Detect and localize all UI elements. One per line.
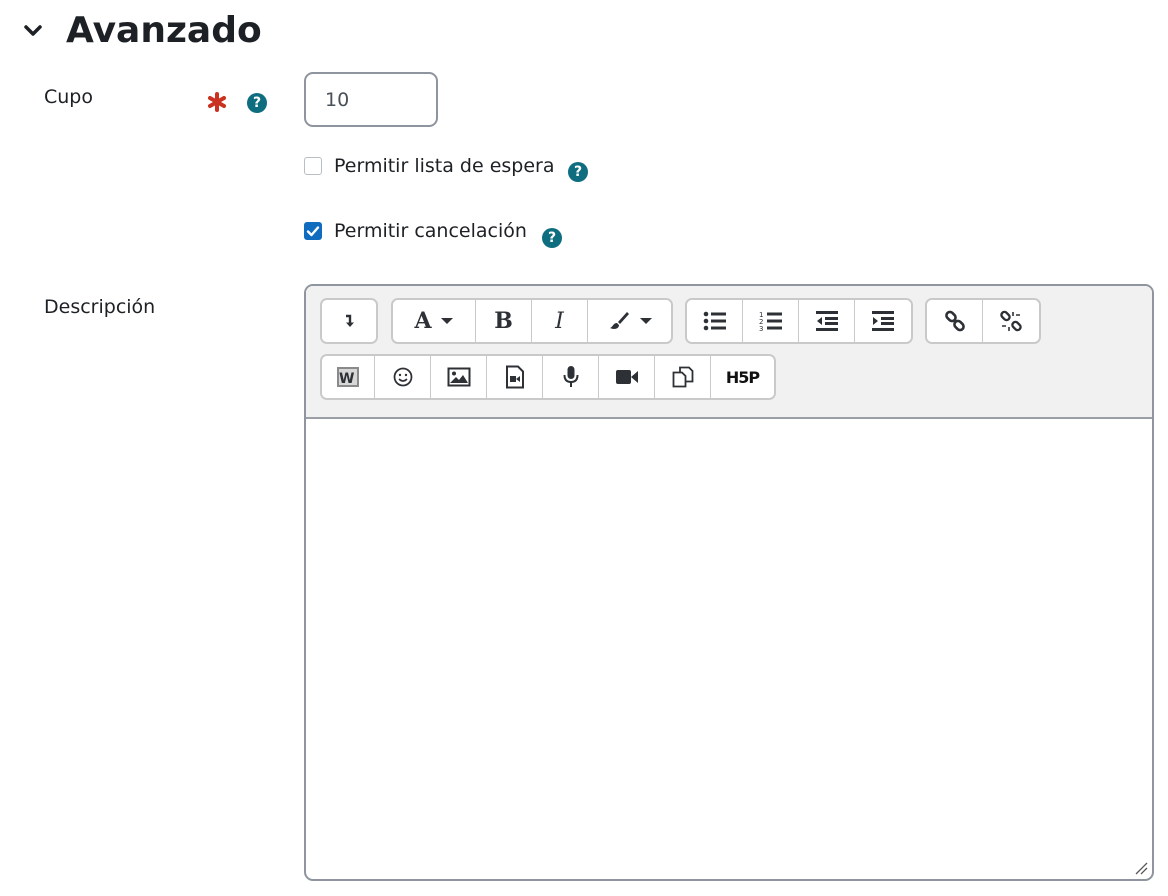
record-video-icon <box>615 370 638 384</box>
toolbar-group-links <box>925 298 1041 344</box>
ordered-list-icon: 1 2 3 <box>759 311 782 332</box>
chevron-down-icon <box>20 18 46 44</box>
section-toggle-advanced[interactable]: Avanzado <box>20 10 262 51</box>
word-paste-button[interactable]: W <box>322 356 375 398</box>
toolbar-group-collapse <box>320 298 378 344</box>
caret-down-icon <box>639 318 652 324</box>
description-label: Descripción <box>44 296 156 318</box>
indent-button[interactable] <box>855 300 911 342</box>
font-style-button[interactable]: A <box>393 300 476 342</box>
emoji-icon <box>393 367 412 387</box>
media-icon <box>505 365 524 389</box>
resize-handle-icon[interactable] <box>1134 861 1148 875</box>
unordered-list-icon <box>703 311 726 331</box>
record-audio-button[interactable] <box>543 356 599 398</box>
toolbar-group-style: A B I <box>391 298 673 344</box>
record-audio-icon <box>563 366 578 387</box>
svg-text:W: W <box>339 371 354 387</box>
text-color-icon <box>609 312 629 329</box>
cupo-label: Cupo <box>44 86 93 108</box>
bold-button[interactable]: B <box>476 300 532 342</box>
editor-toolbar: A B I 1 2 3 W H5P <box>306 286 1152 419</box>
cancel-row: Permitir cancelación <box>304 220 527 242</box>
toggle-toolbar-icon <box>346 314 354 327</box>
ordered-list-button[interactable]: 1 2 3 <box>743 300 799 342</box>
h5p-button[interactable]: H5P <box>711 356 774 398</box>
help-icon[interactable]: ? <box>568 162 588 182</box>
text-color-button[interactable] <box>588 300 671 342</box>
manage-files-icon <box>672 366 693 388</box>
italic-icon: I <box>555 308 564 334</box>
svg-text:3: 3 <box>759 325 763 332</box>
manage-files-button[interactable] <box>655 356 711 398</box>
font-style-icon: A <box>414 308 432 334</box>
link-icon <box>944 310 965 332</box>
waitlist-label: Permitir lista de espera <box>334 155 555 177</box>
toolbar-group-lists: 1 2 3 <box>685 298 913 344</box>
cancel-checkbox[interactable] <box>304 222 322 240</box>
indent-icon <box>872 311 894 331</box>
unlink-button[interactable] <box>983 300 1039 342</box>
waitlist-row: Permitir lista de espera <box>304 155 555 177</box>
help-icon[interactable]: ? <box>542 228 562 248</box>
unordered-list-button[interactable] <box>687 300 743 342</box>
required-asterisk-icon <box>207 92 227 112</box>
media-button[interactable] <box>487 356 543 398</box>
cancel-label: Permitir cancelación <box>334 220 527 242</box>
image-button[interactable] <box>431 356 487 398</box>
waitlist-checkbox[interactable] <box>304 157 322 175</box>
checkmark-icon <box>306 226 320 237</box>
h5p-icon: H5P <box>725 367 760 387</box>
record-video-button[interactable] <box>599 356 655 398</box>
unlink-icon <box>1000 310 1022 332</box>
toolbar-group-insert: W H5P <box>320 354 776 400</box>
outdent-button[interactable] <box>799 300 855 342</box>
description-content-area[interactable] <box>306 421 1152 879</box>
link-button[interactable] <box>927 300 983 342</box>
cupo-input[interactable] <box>304 72 438 127</box>
image-icon <box>447 367 470 387</box>
toggle-toolbar-button[interactable] <box>322 300 376 342</box>
caret-down-icon <box>440 318 453 324</box>
section-title: Avanzado <box>66 10 262 51</box>
italic-button[interactable]: I <box>532 300 588 342</box>
word-paste-icon: W <box>337 367 359 387</box>
emoji-button[interactable] <box>375 356 431 398</box>
outdent-icon <box>815 311 838 331</box>
bold-icon: B <box>494 308 513 334</box>
help-icon[interactable]: ? <box>247 93 267 113</box>
description-editor: A B I 1 2 3 W H5P <box>304 284 1154 881</box>
